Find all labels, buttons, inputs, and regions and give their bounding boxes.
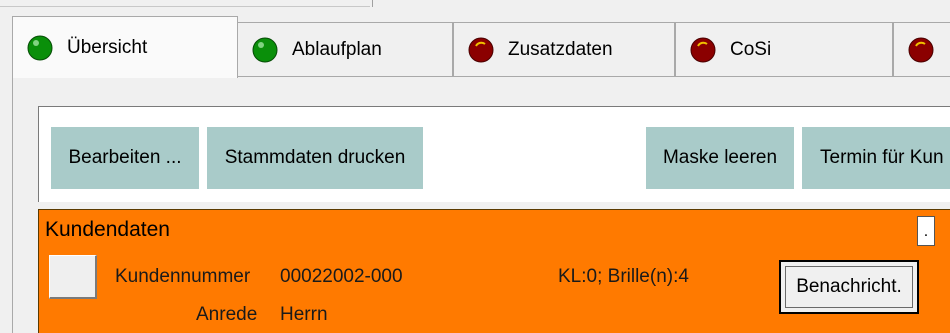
status-red-icon xyxy=(908,37,934,62)
top-strip xyxy=(0,0,950,8)
status-red-icon xyxy=(690,37,716,62)
anrede-label: Anrede xyxy=(196,304,258,325)
tab-overflow[interactable] xyxy=(893,22,950,76)
maske-leeren-button[interactable]: Maske leeren xyxy=(646,127,794,189)
top-strip-divider xyxy=(372,0,373,7)
kundendaten-title: Kundendaten xyxy=(45,218,170,241)
kundennummer-value: 00022002-000 xyxy=(280,266,403,287)
benachricht-button[interactable]: Benachricht. xyxy=(779,260,919,314)
anrede-value: Herrn xyxy=(280,304,328,325)
tab-label: Zusatzdaten xyxy=(508,38,613,60)
status-green-icon xyxy=(27,35,53,60)
status-green-icon xyxy=(252,37,278,62)
kundendaten-panel: Kundendaten . Kundennummer 00022002-000 … xyxy=(38,209,950,333)
status-red-icon xyxy=(468,37,494,62)
tab-label: CoSi xyxy=(730,38,772,60)
action-toolbar: Bearbeiten ... Stammdaten drucken Maske … xyxy=(38,106,950,202)
tab-label: Übersicht xyxy=(67,36,148,58)
kundennummer-label: Kundennummer xyxy=(115,266,251,287)
stammdaten-drucken-button[interactable]: Stammdaten drucken xyxy=(207,127,423,189)
tab-cosi[interactable]: CoSi xyxy=(675,22,893,76)
tab-label: Ablaufplan xyxy=(292,38,382,60)
tab-zusatzdaten[interactable]: Zusatzdaten xyxy=(453,22,675,76)
tab-uebersicht[interactable]: Übersicht xyxy=(12,16,238,78)
top-strip-left xyxy=(0,0,370,7)
customer-square-button[interactable] xyxy=(49,255,97,299)
kl-info: KL:0; Brille(n):4 xyxy=(558,266,689,287)
bearbeiten-button[interactable]: Bearbeiten ... xyxy=(51,127,199,189)
termin-button[interactable]: Termin für Kun xyxy=(802,127,950,189)
kundendaten-menu-button[interactable]: . xyxy=(917,216,935,246)
tab-ablaufplan[interactable]: Ablaufplan xyxy=(237,22,453,76)
benachricht-button-label: Benachricht. xyxy=(785,266,913,308)
tab-bar: Übersicht Ablaufplan Zusatzdaten CoSi xyxy=(0,14,950,78)
